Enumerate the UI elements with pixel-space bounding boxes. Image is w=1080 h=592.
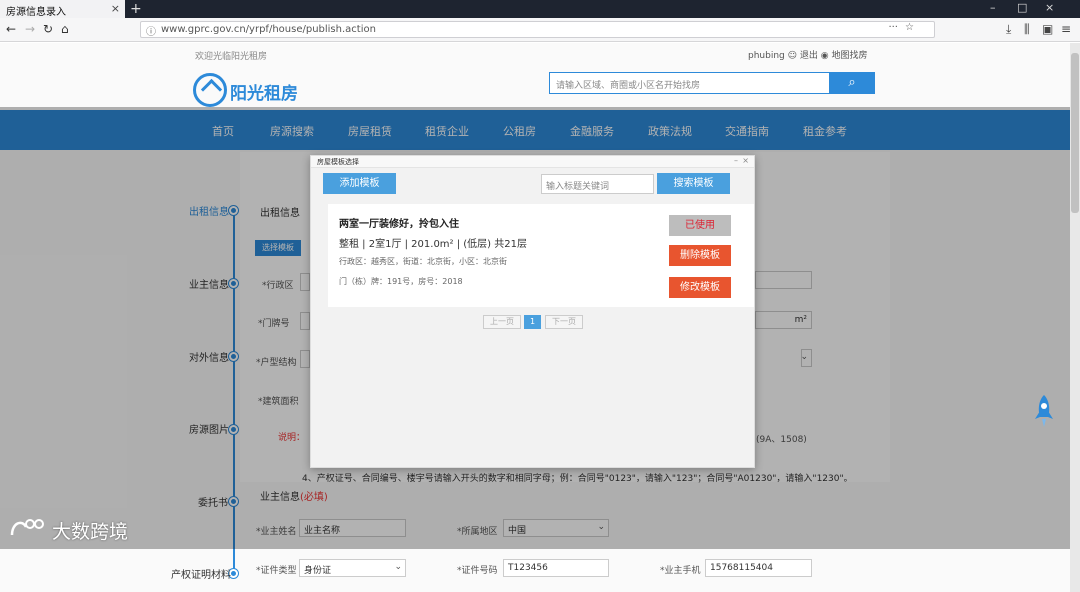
address-bar[interactable]: ⓘ www.gprc.gov.cn/yrpf/house/publish.act… bbox=[140, 21, 935, 38]
id-type-value: 身份证 bbox=[304, 566, 332, 576]
page-number-current[interactable]: 1 bbox=[524, 315, 541, 329]
owner-phone-input[interactable]: 15768115404 bbox=[705, 559, 812, 577]
logo-icon[interactable] bbox=[193, 73, 227, 107]
close-tab-icon[interactable]: × bbox=[111, 2, 120, 15]
delete-template-button[interactable]: 删除模板 bbox=[669, 245, 731, 266]
keyword-input[interactable]: 输入标题关键词 bbox=[541, 174, 654, 194]
template-door: 门（栋）牌：191号，房号：2018 bbox=[339, 277, 463, 286]
map-search-link[interactable]: 地图找房 bbox=[832, 51, 868, 61]
user-icon: ☺ bbox=[787, 51, 800, 61]
watermark-text: 大数跨境 bbox=[52, 521, 129, 543]
modal-close-icon[interactable]: × bbox=[742, 156, 749, 165]
menu-icon[interactable]: ≡ bbox=[1061, 22, 1071, 36]
minimize-icon[interactable]: – bbox=[990, 1, 996, 14]
browser-nav-bar: ← → ↻ ⌂ ⓘ www.gprc.gov.cn/yrpf/house/pub… bbox=[0, 18, 1080, 42]
search-placeholder: 请输入区域、商圈或小区名开始找房 bbox=[556, 81, 701, 91]
home-icon[interactable]: ⌂ bbox=[61, 22, 69, 36]
site-info-icon[interactable]: ⓘ bbox=[146, 23, 156, 38]
browser-tab-bar: 房源信息录入 × + – □ × bbox=[0, 0, 1080, 18]
search-icon: ⌕ bbox=[848, 75, 856, 90]
window-close-icon[interactable]: × bbox=[1045, 1, 1054, 14]
chevron-down-icon: ⌄ bbox=[394, 562, 402, 572]
logout-link[interactable]: 退出 bbox=[800, 51, 818, 61]
url-text: www.gprc.gov.cn/yrpf/house/publish.actio… bbox=[161, 24, 376, 35]
modal-title: 房屋模板选择 bbox=[317, 158, 359, 166]
id-number-label: *证件号码 bbox=[457, 566, 498, 576]
template-location: 行政区：越秀区，街道：北京街，小区：北京街 bbox=[339, 257, 507, 266]
tab-title: 房源信息录入 bbox=[6, 7, 66, 18]
downloads-icon[interactable]: ⤓ bbox=[1006, 22, 1011, 37]
template-modal: 房屋模板选择 – × 添加模板 输入标题关键词 搜索模板 两室一厅装修好，拎包入… bbox=[310, 155, 755, 468]
page-actions-icon[interactable]: ··· bbox=[888, 22, 898, 33]
template-title: 两室一厅装修好，拎包入住 bbox=[339, 219, 459, 230]
forward-icon[interactable]: → bbox=[25, 22, 35, 36]
bookmark-star-icon[interactable]: ☆ bbox=[905, 22, 914, 33]
username[interactable]: phubing bbox=[748, 51, 785, 61]
reload-icon[interactable]: ↻ bbox=[43, 22, 53, 36]
site-search-input[interactable]: 请输入区域、商圈或小区名开始找房 bbox=[549, 72, 829, 94]
rocket-icon[interactable] bbox=[1032, 393, 1056, 429]
prev-page-button[interactable]: 上一页 bbox=[483, 315, 521, 329]
library-icon[interactable]: ⫼ bbox=[1024, 22, 1030, 37]
browser-tab[interactable]: 房源信息录入 × bbox=[0, 0, 125, 18]
logo-text[interactable]: 阳光租房 bbox=[230, 79, 298, 104]
new-tab-icon[interactable]: + bbox=[130, 0, 142, 18]
add-template-button[interactable]: 添加模板 bbox=[323, 173, 396, 194]
edit-template-button[interactable]: 修改模板 bbox=[669, 277, 731, 298]
template-summary: 整租 | 2室1厅 | 201.0m² | (低层) 共21层 bbox=[339, 239, 527, 250]
step-ownership-proof[interactable]: 产权证明材料 bbox=[171, 566, 231, 581]
modal-minimize-icon[interactable]: – bbox=[734, 156, 738, 165]
map-icon: ◉ bbox=[820, 51, 832, 61]
id-type-select[interactable]: 身份证 ⌄ bbox=[299, 559, 406, 577]
id-type-label: *证件类型 bbox=[256, 566, 297, 576]
watermark-logo-icon bbox=[10, 519, 44, 536]
back-icon[interactable]: ← bbox=[6, 22, 16, 36]
next-page-button[interactable]: 下一页 bbox=[545, 315, 583, 329]
maximize-icon[interactable]: □ bbox=[1017, 1, 1027, 14]
search-button[interactable]: ⌕ bbox=[829, 72, 875, 94]
keyword-placeholder: 输入标题关键词 bbox=[546, 182, 610, 192]
template-card: 两室一厅装修好，拎包入住 整租 | 2室1厅 | 201.0m² | (低层) … bbox=[328, 204, 754, 307]
modal-header: 房屋模板选择 – × bbox=[311, 156, 754, 168]
used-button[interactable]: 已使用 bbox=[669, 215, 731, 236]
welcome-text: 欢迎光临阳光租房 bbox=[195, 52, 268, 62]
id-number-input[interactable]: T123456 bbox=[503, 559, 609, 577]
scrollbar-thumb[interactable] bbox=[1071, 53, 1079, 213]
search-template-button[interactable]: 搜索模板 bbox=[657, 173, 730, 194]
sidebar-icon[interactable]: ▣ bbox=[1042, 22, 1053, 36]
owner-phone-label: *业主手机 bbox=[660, 566, 701, 576]
page-scrollbar[interactable] bbox=[1070, 43, 1080, 592]
user-bar: phubing ☺ 退出 ◉ 地图找房 bbox=[748, 48, 868, 61]
